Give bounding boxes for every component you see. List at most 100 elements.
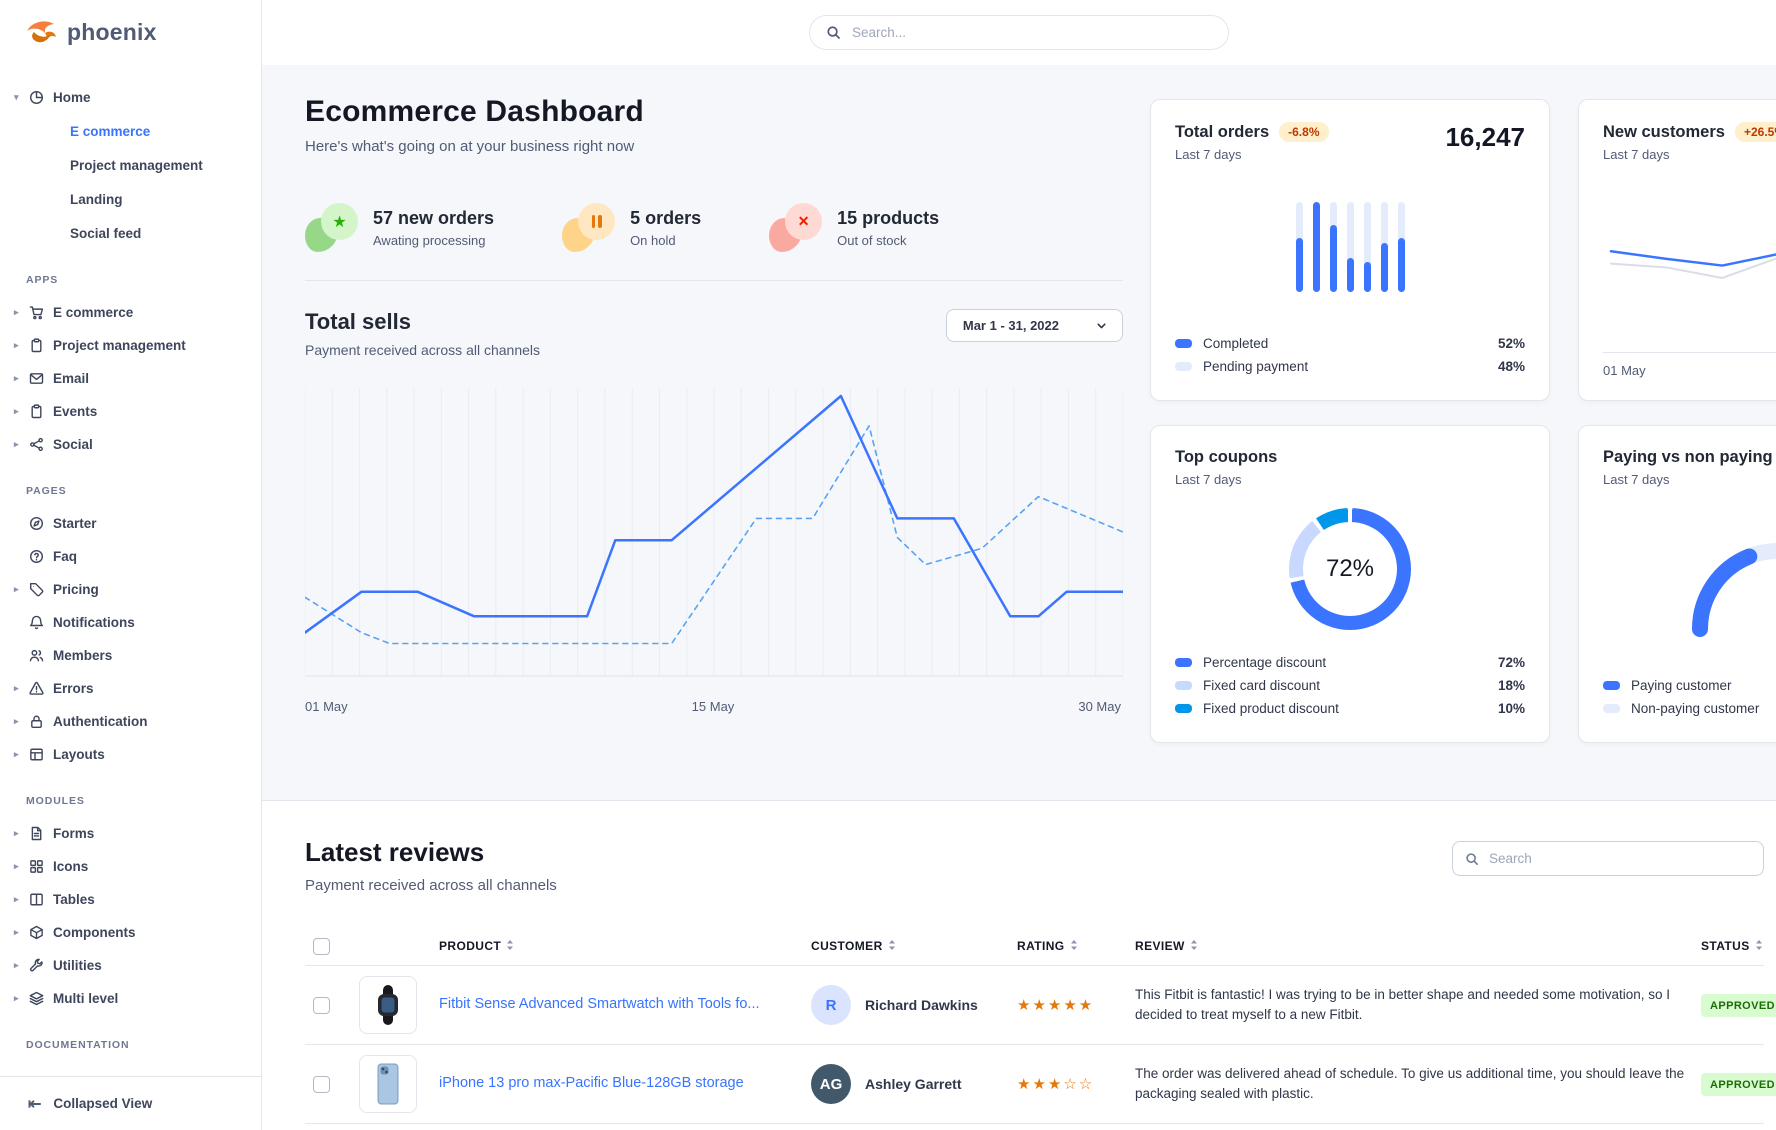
sidebar-item-pricing[interactable]: ▸Pricing — [0, 573, 261, 606]
reviews-search[interactable] — [1452, 841, 1764, 876]
sidebar-item-landing[interactable]: Landing — [0, 182, 261, 216]
sidebar-item-notifications[interactable]: Notifications — [0, 606, 261, 639]
columns-icon — [29, 892, 53, 907]
review-row: Apple MacBook Pro 13 inch-M1-8/256GBWBWo… — [305, 1124, 1764, 1130]
sidebar-item-authentication[interactable]: ▸Authentication — [0, 705, 261, 738]
stat-icon: ✕ — [769, 203, 822, 252]
caret-right-icon[interactable]: ▸ — [14, 683, 29, 694]
reviews-search-input[interactable] — [1489, 851, 1751, 866]
caret-right-icon[interactable]: ▸ — [14, 749, 29, 760]
legend-item-fixed-card-discount: Fixed card discount18% — [1175, 674, 1525, 697]
sidebar-nav: ▾HomeE commerceProject managementLanding… — [0, 65, 261, 1076]
new-customers-title: New customers — [1603, 123, 1725, 142]
sidebar-item-label: Icons — [53, 859, 88, 874]
customer-cell: R Richard Dawkins — [811, 985, 1001, 1025]
caret-right-icon[interactable]: ▸ — [14, 861, 29, 872]
sidebar-item-utilities[interactable]: ▸Utilities — [0, 949, 261, 982]
total-sells-subtitle: Payment received across all channels — [305, 342, 540, 358]
column-header-review[interactable]: REVIEW — [1127, 928, 1693, 966]
sidebar-item-social[interactable]: ▸Social — [0, 428, 261, 461]
date-range-value: Mar 1 - 31, 2022 — [963, 318, 1059, 333]
sidebar-item-icons[interactable]: ▸ Icons — [0, 850, 261, 883]
collapse-sidebar-button[interactable]: ⇤ Collapsed View — [0, 1076, 261, 1130]
caret-right-icon[interactable]: ▸ — [14, 716, 29, 727]
page-title: Ecommerce Dashboard — [305, 95, 1123, 129]
select-all-checkbox[interactable] — [313, 938, 330, 955]
pie-chart-icon — [29, 90, 53, 105]
caret-right-icon[interactable]: ▸ — [14, 993, 29, 1004]
sidebar-item-components[interactable]: ▸Components — [0, 916, 261, 949]
sidebar-item-members[interactable]: Members — [0, 639, 261, 672]
caret-right-icon[interactable]: ▸ — [14, 406, 29, 417]
caret-right-icon[interactable]: ▸ — [14, 307, 29, 318]
product-link[interactable]: iPhone 13 pro max-Pacific Blue-128GB sto… — [439, 1075, 744, 1091]
sidebar-item-faq[interactable]: Faq — [0, 540, 261, 573]
review-text: The order was delivered ahead of schedul… — [1135, 1064, 1685, 1105]
legend-label: Paying customer — [1631, 678, 1732, 693]
collapse-left-icon: ⇤ — [28, 1094, 41, 1114]
customer-name: Richard Dawkins — [865, 997, 978, 1013]
column-header-status[interactable]: STATUS — [1693, 928, 1764, 966]
sort-icon[interactable] — [1755, 939, 1763, 954]
sidebar-item-e-commerce[interactable]: ▸E commerce — [0, 296, 261, 329]
sort-icon[interactable] — [1070, 939, 1078, 954]
new-customers-card: New customers +26.5% Last 7 days 01 May — [1578, 99, 1776, 401]
sidebar-item-email[interactable]: ▸Email — [0, 362, 261, 395]
date-range-select[interactable]: Mar 1 - 31, 2022 — [946, 309, 1123, 342]
chevron-down-icon — [1095, 319, 1108, 332]
row-checkbox[interactable] — [313, 997, 330, 1014]
global-search[interactable] — [809, 15, 1229, 50]
status-badge: APPROVED ✓ — [1701, 994, 1776, 1017]
caret-right-icon[interactable]: ▸ — [14, 960, 29, 971]
x-tick: 01 May — [305, 699, 348, 714]
review-row: iPhone 13 pro max-Pacific Blue-128GB sto… — [305, 1045, 1764, 1124]
caret-right-icon[interactable]: ▸ — [14, 828, 29, 839]
sort-icon[interactable] — [1190, 939, 1198, 954]
sidebar-item-project-management[interactable]: ▸Project management — [0, 329, 261, 362]
sort-icon[interactable] — [888, 939, 896, 954]
bell-icon — [29, 615, 53, 630]
clipboard-icon — [29, 404, 53, 419]
dashboard-left-column: Ecommerce Dashboard Here's what's going … — [305, 95, 1123, 770]
product-link[interactable]: Fitbit Sense Advanced Smartwatch with To… — [439, 996, 760, 1012]
global-search-input[interactable] — [852, 25, 1212, 40]
sort-icon[interactable] — [506, 939, 514, 954]
sidebar-item-tables[interactable]: ▸Tables — [0, 883, 261, 916]
sidebar-item-multi-level[interactable]: ▸ Multi level — [0, 982, 261, 1015]
sidebar-item-label: Multi level — [53, 991, 118, 1006]
sidebar-item-starter[interactable]: Starter — [0, 507, 261, 540]
sidebar-item-forms[interactable]: ▸Forms — [0, 817, 261, 850]
app-logo[interactable]: phoenix — [0, 0, 261, 65]
column-header-customer[interactable]: CUSTOMER — [803, 928, 1009, 966]
caret-right-icon[interactable]: ▸ — [14, 340, 29, 351]
sidebar-item-layouts[interactable]: ▸Layouts — [0, 738, 261, 771]
sidebar-item-social-feed[interactable]: Social feed — [0, 216, 261, 250]
sidebar-item-errors[interactable]: ▸Errors — [0, 672, 261, 705]
legend-swatch — [1603, 681, 1620, 690]
caret-right-icon[interactable]: ▸ — [14, 927, 29, 938]
product-thumbnail[interactable] — [359, 1055, 417, 1113]
select-all-header — [305, 928, 351, 966]
legend-value: 72% — [1498, 655, 1525, 670]
column-header-product[interactable]: PRODUCT — [431, 928, 803, 966]
caret-right-icon[interactable]: ▸ — [14, 584, 29, 595]
sidebar-item-home[interactable]: ▾Home — [0, 81, 261, 114]
legend-value: 52% — [1498, 336, 1525, 351]
customer-cell: AGAshley Garrett — [811, 1064, 1001, 1104]
caret-down-icon[interactable]: ▾ — [14, 92, 29, 103]
top-coupons-card: Top coupons Last 7 days 72% Percentage d… — [1150, 425, 1550, 743]
x-tick: 15 May — [692, 699, 735, 714]
product-thumbnail[interactable] — [359, 976, 417, 1034]
sidebar-item-e-commerce[interactable]: E commerce — [0, 114, 261, 148]
help-circle-icon — [29, 549, 53, 564]
row-checkbox[interactable] — [313, 1076, 330, 1093]
legend-swatch — [1175, 362, 1192, 371]
sidebar-item-events[interactable]: ▸Events — [0, 395, 261, 428]
new-customers-period: Last 7 days — [1603, 147, 1776, 162]
sidebar-item-project-management[interactable]: Project management — [0, 148, 261, 182]
caret-right-icon[interactable]: ▸ — [14, 373, 29, 384]
avatar: R — [811, 985, 851, 1025]
caret-right-icon[interactable]: ▸ — [14, 439, 29, 450]
column-header-rating[interactable]: RATING — [1009, 928, 1127, 966]
caret-right-icon[interactable]: ▸ — [14, 894, 29, 905]
